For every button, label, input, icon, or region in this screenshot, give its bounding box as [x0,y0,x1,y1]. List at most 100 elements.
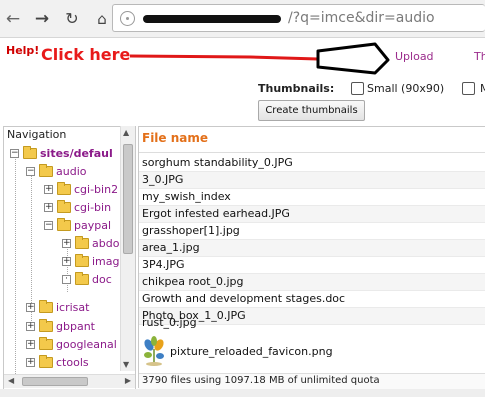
home-icon[interactable]: ⌂ [92,9,112,29]
expand-icon[interactable]: + [44,185,53,194]
file-name: my_swish_index [142,190,231,203]
tree-item-label: cgi-bin2 [74,183,119,196]
folder-icon [75,254,89,267]
navigation-title: Navigation [7,128,67,141]
tree-item-doc[interactable]: · doc [4,271,124,289]
expand-icon[interactable]: + [26,303,35,312]
address-bar[interactable]: /?q=imce&dir=audio [112,4,485,32]
tree-item-label: cgi-bin [74,201,112,214]
folder-icon [57,200,71,213]
redaction-scribble [143,15,281,23]
site-info-icon[interactable] [120,11,135,26]
tree-item-label: gbpant [56,320,95,333]
scroll-thumb[interactable] [22,377,88,386]
folder-icon [39,355,53,368]
quota-status: 3790 files using 1097.18 MB of unlimited… [139,373,485,389]
thumbnails-label: Thumbnails: [258,82,335,95]
file-name: sorghum standability_0.JPG [142,156,293,169]
navigation-vertical-scrollbar[interactable]: ▲ ▼ [120,126,135,371]
help-link[interactable]: Help! [6,44,39,57]
folder-icon [39,319,53,332]
url-path: /?q=imce&dir=audio [288,10,435,26]
file-row[interactable]: grasshoper[1].jpg [139,223,485,240]
collapse-icon[interactable]: − [44,221,53,230]
scroll-right-icon[interactable]: ▶ [125,376,131,385]
tree-item-paypal[interactable]: − paypal [4,217,124,235]
file-list-header[interactable]: File name [139,127,485,153]
folder-icon [39,164,53,177]
redacted-host [143,10,283,26]
medium-thumbnail-checkbox[interactable] [462,82,475,95]
folder-icon [57,182,71,195]
scroll-up-icon[interactable]: ▲ [123,128,129,137]
folder-icon [39,300,53,313]
tree-item-cgi-bin[interactable]: + cgi-bin [4,199,124,217]
scroll-thumb[interactable] [123,144,133,254]
thumbnail-file-row[interactable]: pixture_reloaded_favicon.png [139,332,485,370]
expand-icon[interactable]: + [26,322,35,331]
folder-icon [57,218,71,231]
tree-item-label: paypal [74,219,112,232]
tree-item-audio[interactable]: − audio [4,163,124,181]
tree-item-root[interactable]: − sites/defaul [4,145,124,163]
tree-item-label: abdo [92,237,120,250]
collapse-icon[interactable]: − [10,149,19,158]
tree-item-label: audio [56,165,87,178]
click-here-annotation: Click here [41,45,131,64]
expand-icon[interactable]: + [26,358,35,367]
file-name: chikpea root_0.jpg [142,275,244,288]
expand-icon[interactable]: + [62,239,71,248]
file-name: pixture_reloaded_favicon.png [170,345,333,358]
folder-icon [75,236,89,249]
folder-icon [75,272,89,285]
tree-item-icrisat[interactable]: + icrisat [4,299,124,317]
tree-item-gbpant[interactable]: + gbpant [4,318,124,336]
file-name-column-header[interactable]: File name [142,131,208,145]
tree-item-label: imag [92,255,120,268]
file-row[interactable]: rust_0.jpg [139,316,485,333]
file-row[interactable]: Growth and development stages.doc [139,291,485,308]
tree-item-googleanal[interactable]: + googleanal [4,336,124,354]
tree-item-label: icrisat [56,301,90,314]
upload-tab[interactable]: Upload [395,50,434,63]
file-list-panel: File name sorghum standability_0.JPG 3_0… [138,126,485,389]
browser-toolbar: ← → ↻ ⌂ /?q=imce&dir=audio [0,0,485,38]
forward-arrow-icon[interactable]: → [32,9,52,29]
folder-icon [23,146,37,159]
file-row[interactable]: 3P4.JPG [139,257,485,274]
scroll-left-icon[interactable]: ◀ [8,376,14,385]
small-thumbnail-checkbox[interactable] [351,82,364,95]
tree-item-cgi-bin2[interactable]: + cgi-bin2 [4,181,124,199]
reload-icon[interactable]: ↻ [62,9,82,29]
scroll-down-icon[interactable]: ▼ [123,360,129,369]
file-row[interactable]: my_swish_index [139,189,485,206]
file-row[interactable]: 3_0.JPG [139,172,485,189]
navigation-panel: Navigation − sites/defaul − audio + cgi-… [3,126,136,397]
plant-thumbnail-icon [144,336,164,366]
collapse-icon[interactable]: − [26,167,35,176]
thumbnails-tab[interactable]: Th [474,50,485,63]
file-name: 3P4.JPG [142,258,185,271]
file-row[interactable]: area_1.jpg [139,240,485,257]
file-name: grasshoper[1].jpg [142,224,240,237]
expand-icon[interactable]: + [44,203,53,212]
expand-icon[interactable]: + [62,257,71,266]
expand-icon[interactable]: + [26,340,35,349]
quota-status-text: 3790 files using 1097.18 MB of unlimited… [142,375,380,386]
file-row[interactable]: sorghum standability_0.JPG [139,155,485,172]
create-thumbnails-button[interactable]: Create thumbnails [258,100,365,121]
small-thumbnail-label: Small (90x90) [367,82,445,95]
medium-thumbnail-label: M [480,82,485,95]
tree-item-label: ctools [56,356,89,369]
annotation-arrow-icon [130,42,390,75]
file-row[interactable]: Ergot infested earhead.JPG [139,206,485,223]
tree-item-ctools[interactable]: + ctools [4,354,124,372]
expand-icon[interactable]: · [62,275,71,284]
navigation-horizontal-scrollbar[interactable]: ◀ ▶ [4,374,135,388]
file-row[interactable]: chikpea root_0.jpg [139,274,485,291]
tree-item-label: sites/defaul [40,147,113,160]
tree-item-abdo[interactable]: + abdo [4,235,124,253]
tree-item-label: googleanal [56,338,117,351]
back-arrow-icon[interactable]: ← [3,9,23,29]
tree-item-imag[interactable]: + imag [4,253,124,271]
